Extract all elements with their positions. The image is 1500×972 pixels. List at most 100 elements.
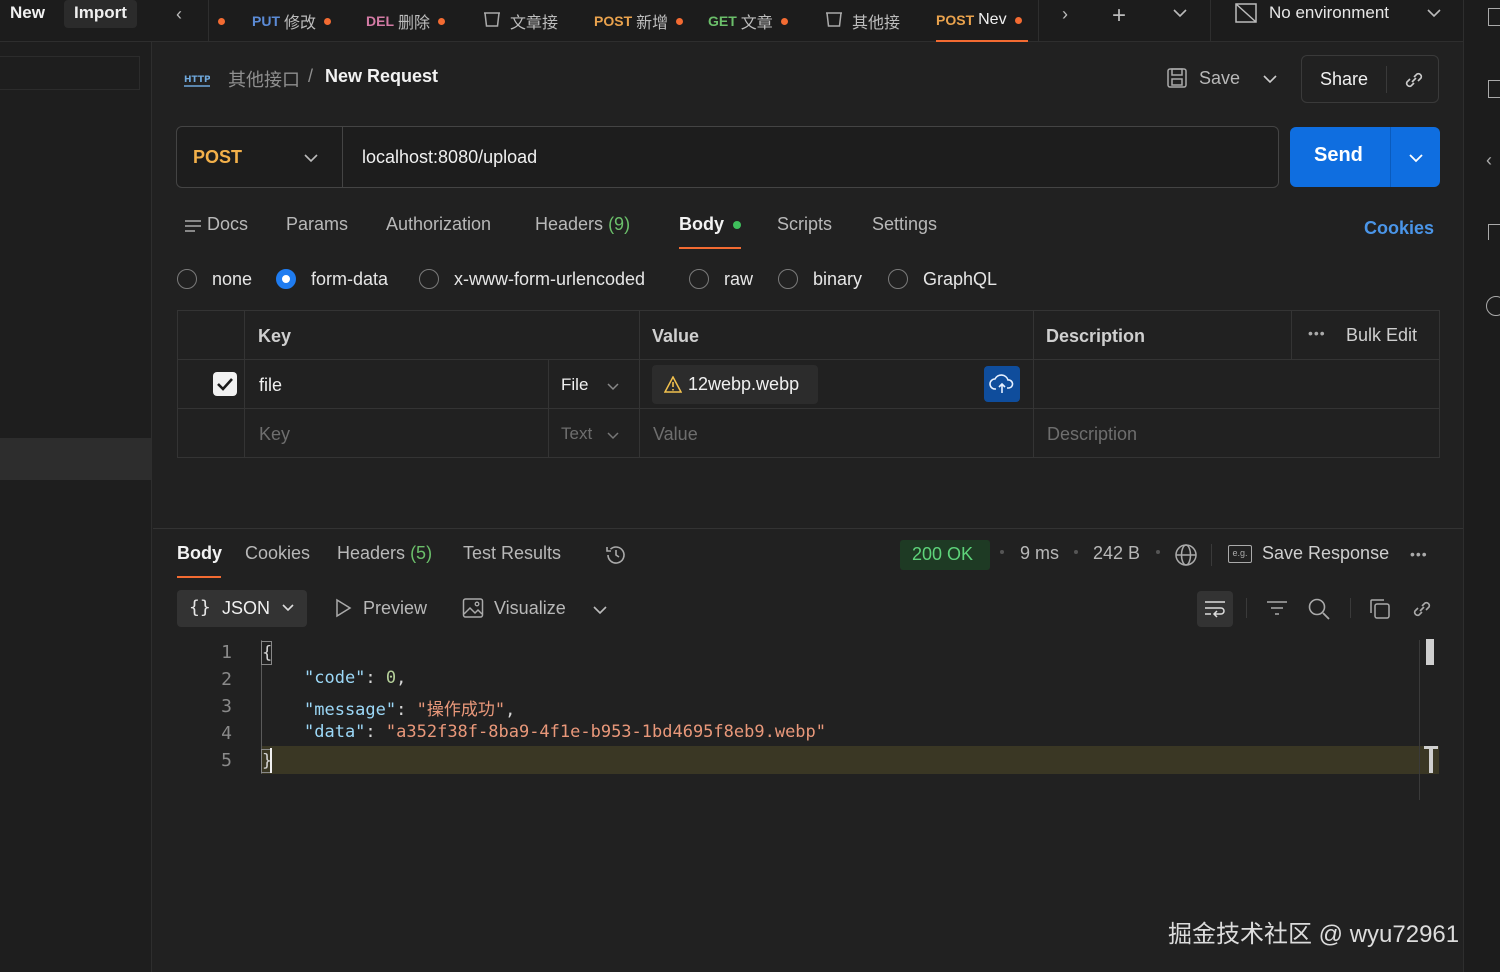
- send-button[interactable]: Send: [1314, 144, 1363, 167]
- radio-form-data[interactable]: [276, 269, 296, 290]
- response-tab-headers[interactable]: Headers (5): [337, 543, 432, 564]
- file-chip[interactable]: 12webp.webp: [652, 365, 818, 404]
- scrollbar-thumb[interactable]: [1426, 639, 1434, 665]
- sidebar-search-input[interactable]: [0, 56, 140, 90]
- copy-link-icon[interactable]: [1402, 68, 1426, 97]
- more-options-icon[interactable]: •••: [1308, 325, 1326, 341]
- tabs-scroll-left-icon[interactable]: ‹: [176, 4, 182, 25]
- share-button[interactable]: Share: [1320, 69, 1368, 90]
- request-tab[interactable]: PUT 修改: [252, 0, 352, 42]
- comments-icon[interactable]: [1488, 80, 1500, 98]
- breadcrumb-collection[interactable]: 其他接口: [228, 66, 300, 92]
- upload-cloud-button[interactable]: [984, 366, 1020, 402]
- response-time[interactable]: 9 ms: [1020, 543, 1059, 564]
- radio-urlencoded[interactable]: [419, 269, 439, 290]
- request-tab[interactable]: DEL 删除: [366, 0, 466, 42]
- copy-icon[interactable]: [1368, 597, 1392, 626]
- request-tab[interactable]: 文章接: [482, 0, 572, 42]
- response-divider[interactable]: [153, 528, 1463, 529]
- wrap-lines-button[interactable]: [1197, 591, 1233, 627]
- method-chevron-icon[interactable]: [303, 151, 319, 169]
- request-tab[interactable]: POST 新增: [594, 0, 694, 42]
- save-icon: [1166, 67, 1188, 94]
- response-tab-cookies[interactable]: Cookies: [245, 543, 310, 564]
- tab-partial[interactable]: [216, 0, 230, 42]
- save-response-button[interactable]: Save Response: [1262, 543, 1389, 564]
- tab-settings[interactable]: Settings: [872, 214, 937, 235]
- new-tab-plus-icon[interactable]: +: [1112, 2, 1126, 30]
- row-key[interactable]: file: [259, 375, 282, 396]
- environment-selector[interactable]: No environment: [1269, 3, 1389, 23]
- send-options-chevron-icon[interactable]: [1408, 151, 1424, 169]
- json-value: "a352f38f-8ba9-4f1e-b953-1bd4695f8eb9.we…: [385, 722, 827, 742]
- info-icon[interactable]: [1486, 296, 1500, 316]
- row-checkbox[interactable]: [213, 372, 237, 396]
- visualize-chevron-icon[interactable]: [592, 603, 608, 621]
- import-button[interactable]: Import: [64, 0, 137, 28]
- meta-dot: [1156, 550, 1160, 554]
- code-snippet-icon[interactable]: [1488, 8, 1500, 26]
- visualize-button[interactable]: Visualize: [494, 598, 566, 619]
- bulk-edit-button[interactable]: Bulk Edit: [1346, 325, 1417, 346]
- status-badge[interactable]: 200 OK: [900, 540, 990, 570]
- request-title[interactable]: New Request: [325, 66, 438, 87]
- new-row-type-chevron-icon[interactable]: [606, 428, 620, 446]
- body-type-urlencoded[interactable]: x-www-form-urlencoded: [419, 268, 645, 290]
- radio-raw[interactable]: [689, 269, 709, 290]
- history-icon[interactable]: [603, 542, 629, 573]
- tab-authorization[interactable]: Authorization: [386, 214, 491, 235]
- response-size[interactable]: 242 B: [1093, 543, 1140, 564]
- body-type-none[interactable]: none: [177, 268, 252, 290]
- json-line-message: "message": "操作成功",: [304, 700, 516, 720]
- radio-binary[interactable]: [778, 269, 798, 290]
- request-tab[interactable]: GET 文章: [708, 0, 808, 42]
- tabs-scroll-right-icon[interactable]: ›: [1062, 4, 1068, 25]
- code-icon[interactable]: ‹: [1486, 150, 1492, 171]
- tab-params[interactable]: Params: [286, 214, 348, 235]
- new-row-type-selector[interactable]: Text: [561, 424, 592, 444]
- related-icon[interactable]: [1488, 224, 1500, 240]
- url-input[interactable]: localhost:8080/upload: [362, 147, 537, 168]
- new-row-description[interactable]: Description: [1047, 424, 1137, 445]
- response-format-selector[interactable]: {} JSON: [177, 590, 307, 627]
- response-tab-body[interactable]: Body: [177, 543, 222, 564]
- request-tab[interactable]: 其他接: [824, 0, 914, 42]
- sidebar-selected-item[interactable]: [0, 438, 151, 480]
- save-dropdown-chevron-icon[interactable]: [1262, 72, 1278, 90]
- format-label: JSON: [222, 598, 271, 618]
- link-icon[interactable]: [1410, 597, 1434, 626]
- filter-icon[interactable]: [1266, 599, 1288, 622]
- radio-none-label: none: [212, 268, 253, 289]
- body-type-form-data[interactable]: form-data: [276, 268, 388, 290]
- radio-none[interactable]: [177, 269, 197, 290]
- response-tab-test-results[interactable]: Test Results: [463, 543, 561, 564]
- unsaved-dot: [1014, 16, 1022, 24]
- search-icon[interactable]: [1307, 597, 1331, 626]
- row-type-chevron-icon[interactable]: [606, 379, 620, 397]
- tab-docs[interactable]: Docs: [207, 214, 248, 235]
- cookies-link[interactable]: Cookies: [1364, 218, 1434, 239]
- preview-button[interactable]: Preview: [363, 598, 427, 619]
- new-row-key[interactable]: Key: [259, 424, 290, 445]
- radio-graphql[interactable]: [888, 269, 908, 290]
- watermark: 掘金技术社区 @ wyu72961: [1168, 921, 1460, 948]
- new-button[interactable]: New: [0, 0, 55, 28]
- tab-method: PUT: [252, 13, 280, 29]
- tabs-dropdown-chevron-icon[interactable]: [1172, 6, 1188, 24]
- response-more-icon[interactable]: •••: [1410, 546, 1428, 562]
- toolbar-divider: [1246, 598, 1247, 618]
- method-selector[interactable]: POST: [193, 147, 242, 168]
- tab-body[interactable]: Body: [679, 214, 741, 235]
- environment-chevron-icon[interactable]: [1426, 6, 1442, 24]
- tab-headers[interactable]: Headers (9): [535, 214, 630, 235]
- line-number: 4: [221, 723, 232, 744]
- globe-icon[interactable]: [1174, 543, 1198, 572]
- row-type-selector[interactable]: File: [561, 375, 588, 395]
- request-tab-active[interactable]: POST Nev: [936, 0, 1028, 42]
- body-type-binary[interactable]: binary: [778, 268, 862, 290]
- new-row-value[interactable]: Value: [653, 424, 698, 445]
- body-type-raw[interactable]: raw: [689, 268, 753, 290]
- tab-scripts[interactable]: Scripts: [777, 214, 832, 235]
- save-button[interactable]: Save: [1199, 68, 1240, 89]
- body-type-graphql[interactable]: GraphQL: [888, 268, 997, 290]
